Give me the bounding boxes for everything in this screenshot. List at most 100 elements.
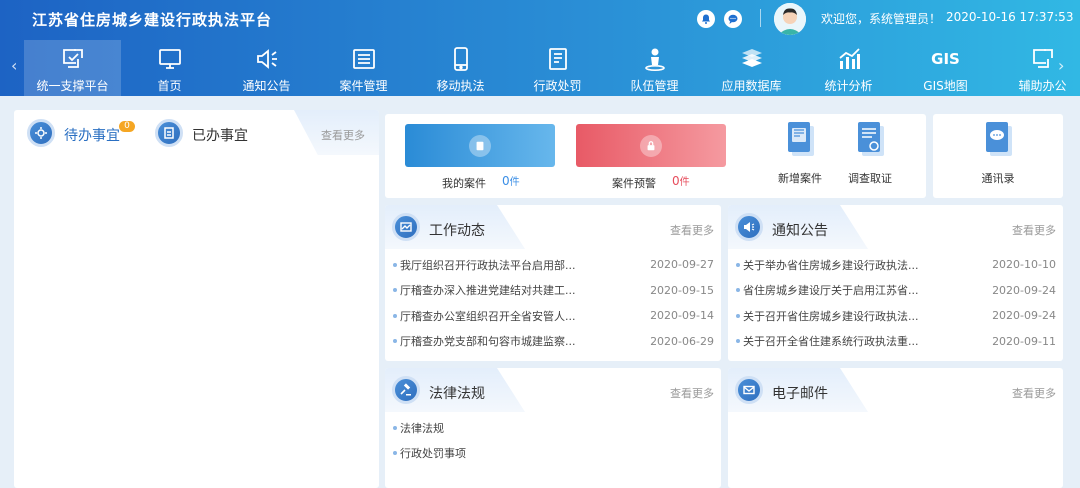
notices-more-link[interactable]: 查看更多: [1012, 222, 1056, 238]
bullet: [393, 425, 397, 430]
tasks-more-link[interactable]: 查看更多: [321, 127, 365, 143]
case-list-icon: [351, 45, 377, 73]
bullet: [736, 313, 740, 318]
list-item[interactable]: 我厅组织召开行政执法平台启用部... 2020-09-27: [393, 252, 714, 278]
case-folder-icon: [469, 134, 491, 157]
bullet: [393, 288, 397, 293]
header-divider: [760, 9, 761, 27]
nav-item-statistics[interactable]: 统计分析: [800, 40, 897, 96]
my-cases-label: 我的案件: [442, 177, 486, 190]
tasks-panel: 待办事宜 0 已办事宜 查看更多: [14, 110, 379, 488]
nav-item-gis-map[interactable]: GIS GIS地图: [897, 40, 994, 96]
nav-item-office-assist[interactable]: 辅助办公: [994, 40, 1080, 96]
address-book-panel: 通讯录: [933, 114, 1063, 198]
nav-item-case-management[interactable]: 案件管理: [315, 40, 412, 96]
nav-item-platform[interactable]: 统一支撑平台: [24, 40, 121, 96]
nav-label: 行政处罚: [533, 79, 582, 93]
list-item[interactable]: 厅稽查办党支部和句容市城建监察... 2020-06-29: [393, 329, 714, 355]
list-item[interactable]: 关于举办省住房城乡建设行政执法... 2020-10-10: [736, 252, 1056, 278]
my-cases-card[interactable]: [405, 124, 555, 167]
list-item[interactable]: 行政处罚事项: [393, 441, 714, 467]
bullet: [736, 288, 740, 293]
nav-item-notices[interactable]: 通知公告: [218, 40, 315, 96]
team-icon: [642, 45, 668, 73]
main-nav: 统一支撑平台 首页 通知公告 案件管理 移动执法 行政处罚 队伍管理 应用数据库…: [24, 40, 1080, 96]
nav-prev-icon[interactable]: ‹: [11, 56, 17, 75]
address-book-icon: [986, 122, 1012, 156]
bullet: [393, 339, 397, 344]
list-item[interactable]: 省住房城乡建设厅关于启用江苏省... 2020-09-24: [736, 278, 1056, 304]
notices-list: 关于举办省住房城乡建设行政执法... 2020-10-10 省住房城乡建设厅关于启…: [736, 252, 1056, 354]
nav-label: 通知公告: [242, 79, 291, 93]
new-case-button[interactable]: 新增案件: [765, 120, 835, 186]
monitor-icon: [157, 45, 183, 73]
document-icon: [545, 45, 571, 73]
nav-item-mobile-enforcement[interactable]: 移动执法: [412, 40, 509, 96]
address-book-button[interactable]: 通讯录: [963, 120, 1033, 186]
nav-item-home[interactable]: 首页: [121, 40, 218, 96]
list-item[interactable]: 法律法规: [393, 415, 714, 441]
books-icon: [739, 45, 765, 73]
datetime-text: 2020-10-16 17:37:53: [946, 10, 1074, 24]
bullet: [393, 451, 397, 456]
top-header: 江苏省住房城乡建设行政执法平台 欢迎您，系统管理员！ 2020-10-16 17…: [0, 0, 1080, 96]
case-warning-value: 0件: [672, 174, 690, 188]
gis-icon-text: GIS: [931, 50, 960, 68]
investigation-button[interactable]: 调查取证: [835, 120, 905, 186]
welcome-text: 欢迎您，系统管理员！: [821, 12, 942, 26]
tab-done-tasks[interactable]: 已办事宜: [192, 125, 248, 145]
list-item[interactable]: 关于召开全省住建系统行政执法重... 2020-09-11: [736, 329, 1056, 355]
news-title: 厅稽查办公室组织召开全省安管人...: [400, 309, 576, 323]
case-warning-label: 案件预警: [612, 177, 656, 190]
laws-more-link[interactable]: 查看更多: [670, 385, 714, 401]
office-icon: [1030, 45, 1056, 73]
notices-title: 通知公告: [772, 223, 828, 239]
email-more-link[interactable]: 查看更多: [1012, 385, 1056, 401]
new-case-label: 新增案件: [778, 172, 822, 185]
notice-date: 2020-09-11: [992, 334, 1056, 348]
news-date: 2020-09-15: [650, 283, 714, 297]
investigation-icon: [858, 122, 884, 156]
pending-count-badge: 0: [119, 121, 135, 132]
message-icon[interactable]: [724, 10, 742, 28]
app-title: 江苏省住房城乡建设行政执法平台: [32, 11, 273, 29]
laws-title: 法律法规: [429, 386, 485, 402]
nav-label: 统一支撑平台: [36, 79, 109, 93]
nav-item-app-database[interactable]: 应用数据库: [703, 40, 800, 96]
new-case-icon: [788, 122, 814, 156]
notice-date: 2020-09-24: [992, 283, 1056, 297]
pending-tasks-icon: [27, 119, 55, 147]
list-item[interactable]: 关于召开省住房城乡建设行政执法... 2020-09-24: [736, 303, 1056, 329]
law-title: 法律法规: [400, 421, 444, 435]
my-cases-value: 0件: [502, 174, 520, 188]
tab-pending-tasks[interactable]: 待办事宜: [64, 125, 120, 145]
list-item[interactable]: 厅稽查办公室组织召开全省安管人... 2020-09-14: [393, 303, 714, 329]
nav-label: 统计分析: [824, 79, 873, 93]
bell-icon[interactable]: [697, 10, 715, 28]
email-title: 电子邮件: [772, 386, 828, 402]
speaker-icon: [254, 45, 280, 73]
news-title: 厅稽查办党支部和句容市城建监察...: [400, 335, 576, 349]
nav-label: 辅助办公: [1018, 79, 1067, 93]
work-news-more-link[interactable]: 查看更多: [670, 222, 714, 238]
notice-title: 关于召开全省住建系统行政执法重...: [743, 335, 919, 349]
work-news-list: 我厅组织召开行政执法平台启用部... 2020-09-27 厅稽查办深入推进党建结…: [393, 252, 714, 354]
bullet: [736, 262, 740, 267]
notice-title: 关于召开省住房城乡建设行政执法...: [743, 309, 919, 323]
nav-label: 应用数据库: [721, 79, 782, 93]
avatar[interactable]: [774, 3, 806, 35]
notice-speaker-icon: [735, 213, 763, 241]
bullet: [393, 313, 397, 318]
nav-item-admin-penalty[interactable]: 行政处罚: [509, 40, 606, 96]
news-date: 2020-09-27: [650, 258, 714, 272]
notice-date: 2020-09-24: [992, 309, 1056, 323]
list-item[interactable]: 厅稽查办深入推进党建结对共建工... 2020-09-15: [393, 278, 714, 304]
warning-lock-icon: [640, 134, 662, 157]
notice-date: 2020-10-10: [992, 258, 1056, 272]
case-warning-card[interactable]: [576, 124, 726, 167]
nav-label: 移动执法: [436, 79, 485, 93]
notices-panel: 通知公告 查看更多 关于举办省住房城乡建设行政执法... 2020-10-10 省…: [728, 205, 1063, 361]
nav-item-team-management[interactable]: 队伍管理: [606, 40, 703, 96]
mail-icon: [735, 376, 763, 404]
news-date: 2020-09-14: [650, 309, 714, 323]
